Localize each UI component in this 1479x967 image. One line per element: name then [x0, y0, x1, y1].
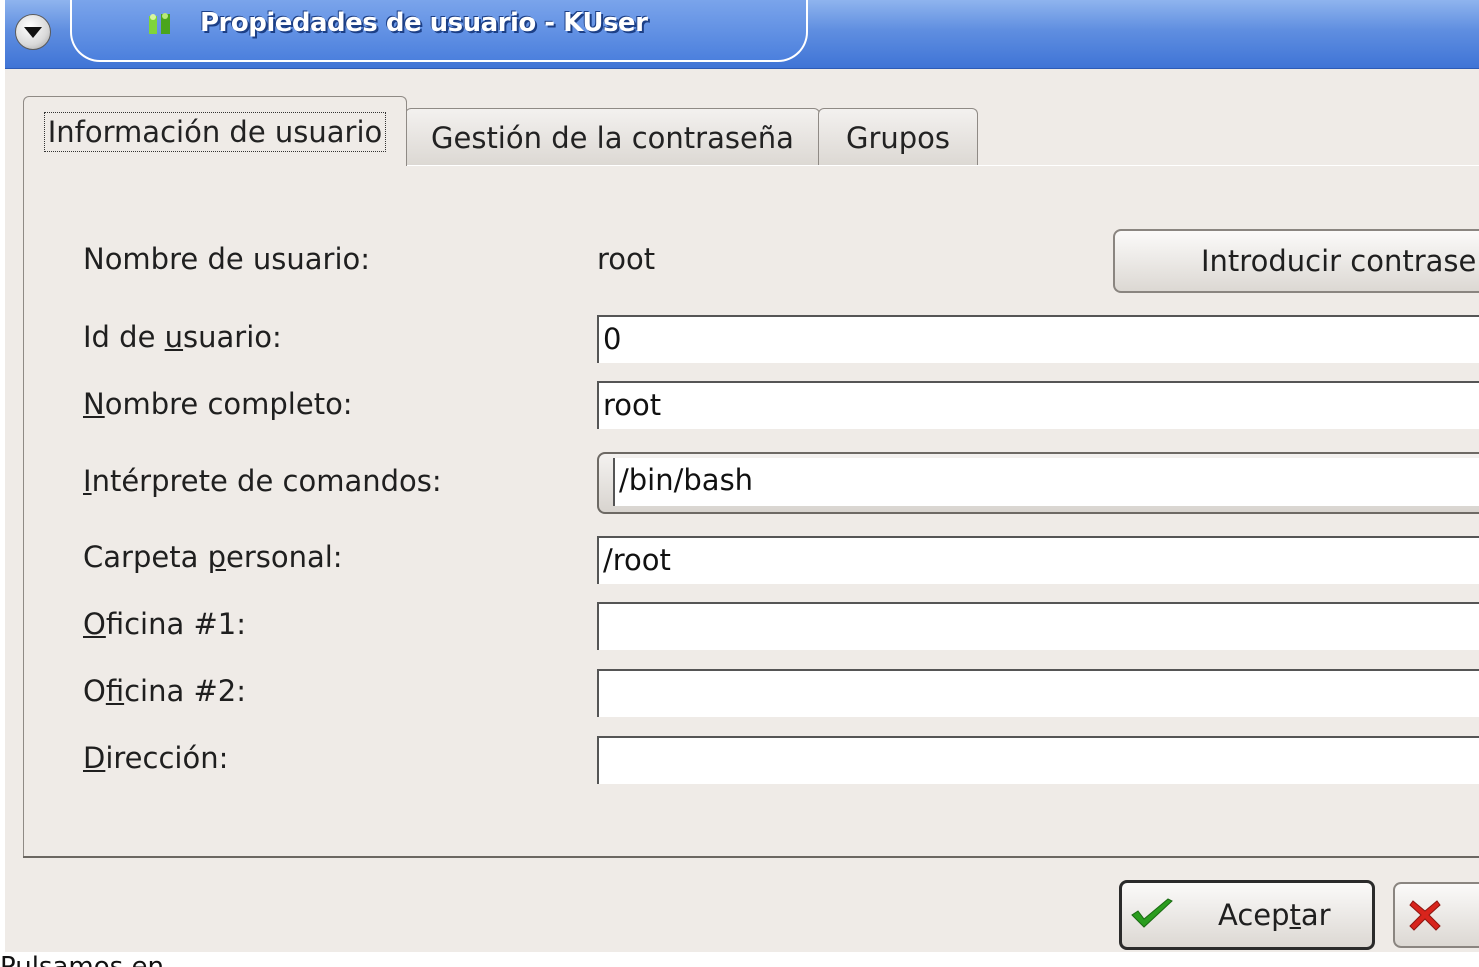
window-title: Propiedades de usuario - KUser [200, 8, 648, 38]
address-field[interactable] [597, 736, 1479, 784]
shell-label: Intérprete de comandos: [83, 464, 442, 498]
office2-field[interactable] [597, 669, 1479, 717]
footer-text: Pulsamos en [0, 952, 1479, 967]
tab-label: Grupos [845, 120, 951, 155]
tab-groups[interactable]: Grupos [818, 108, 978, 166]
office1-field[interactable] [597, 602, 1479, 650]
set-password-button[interactable]: Introducir contraseñ [1113, 229, 1479, 293]
office2-label: Oficina #2: [83, 674, 246, 708]
accept-label: Aceptar [1218, 898, 1331, 932]
tab-password[interactable]: Gestión de la contraseña [405, 108, 820, 166]
home-field[interactable]: /root [597, 536, 1479, 584]
address-label: Dirección: [83, 741, 229, 775]
cancel-button[interactable] [1393, 882, 1479, 948]
set-password-label: Introducir contraseñ [1201, 244, 1479, 278]
tab-user-info[interactable]: Información de usuario [23, 96, 407, 166]
shell-field[interactable]: /bin/bash [613, 458, 1479, 506]
tab-label: Gestión de la contraseña [431, 120, 794, 155]
uid-label: Id de usuario: [83, 320, 282, 354]
accept-button[interactable]: Aceptar [1119, 880, 1375, 950]
fullname-label: Nombre completo: [83, 387, 353, 421]
office1-label: Oficina #1: [83, 607, 246, 641]
checkmark-icon [1131, 898, 1173, 928]
username-value: root [597, 242, 656, 276]
cancel-x-icon [1409, 900, 1441, 931]
window-menu-icon[interactable] [15, 14, 51, 50]
users-icon [149, 13, 170, 34]
tab-bar: Información de usuario Gestión de la con… [23, 96, 1479, 166]
title-bar: Propiedades de usuario - KUser [5, 0, 1479, 69]
username-label: Nombre de usuario: [83, 242, 371, 276]
tab-label: Información de usuario [43, 111, 387, 152]
button-separator [23, 856, 1479, 858]
fullname-field[interactable]: root [597, 381, 1479, 429]
kuser-properties-window: Propiedades de usuario - KUser Informaci… [5, 0, 1479, 967]
home-label: Carpeta personal: [83, 540, 343, 574]
shell-combobox[interactable]: /bin/bash [597, 452, 1479, 514]
uid-field[interactable]: 0 [597, 315, 1479, 363]
